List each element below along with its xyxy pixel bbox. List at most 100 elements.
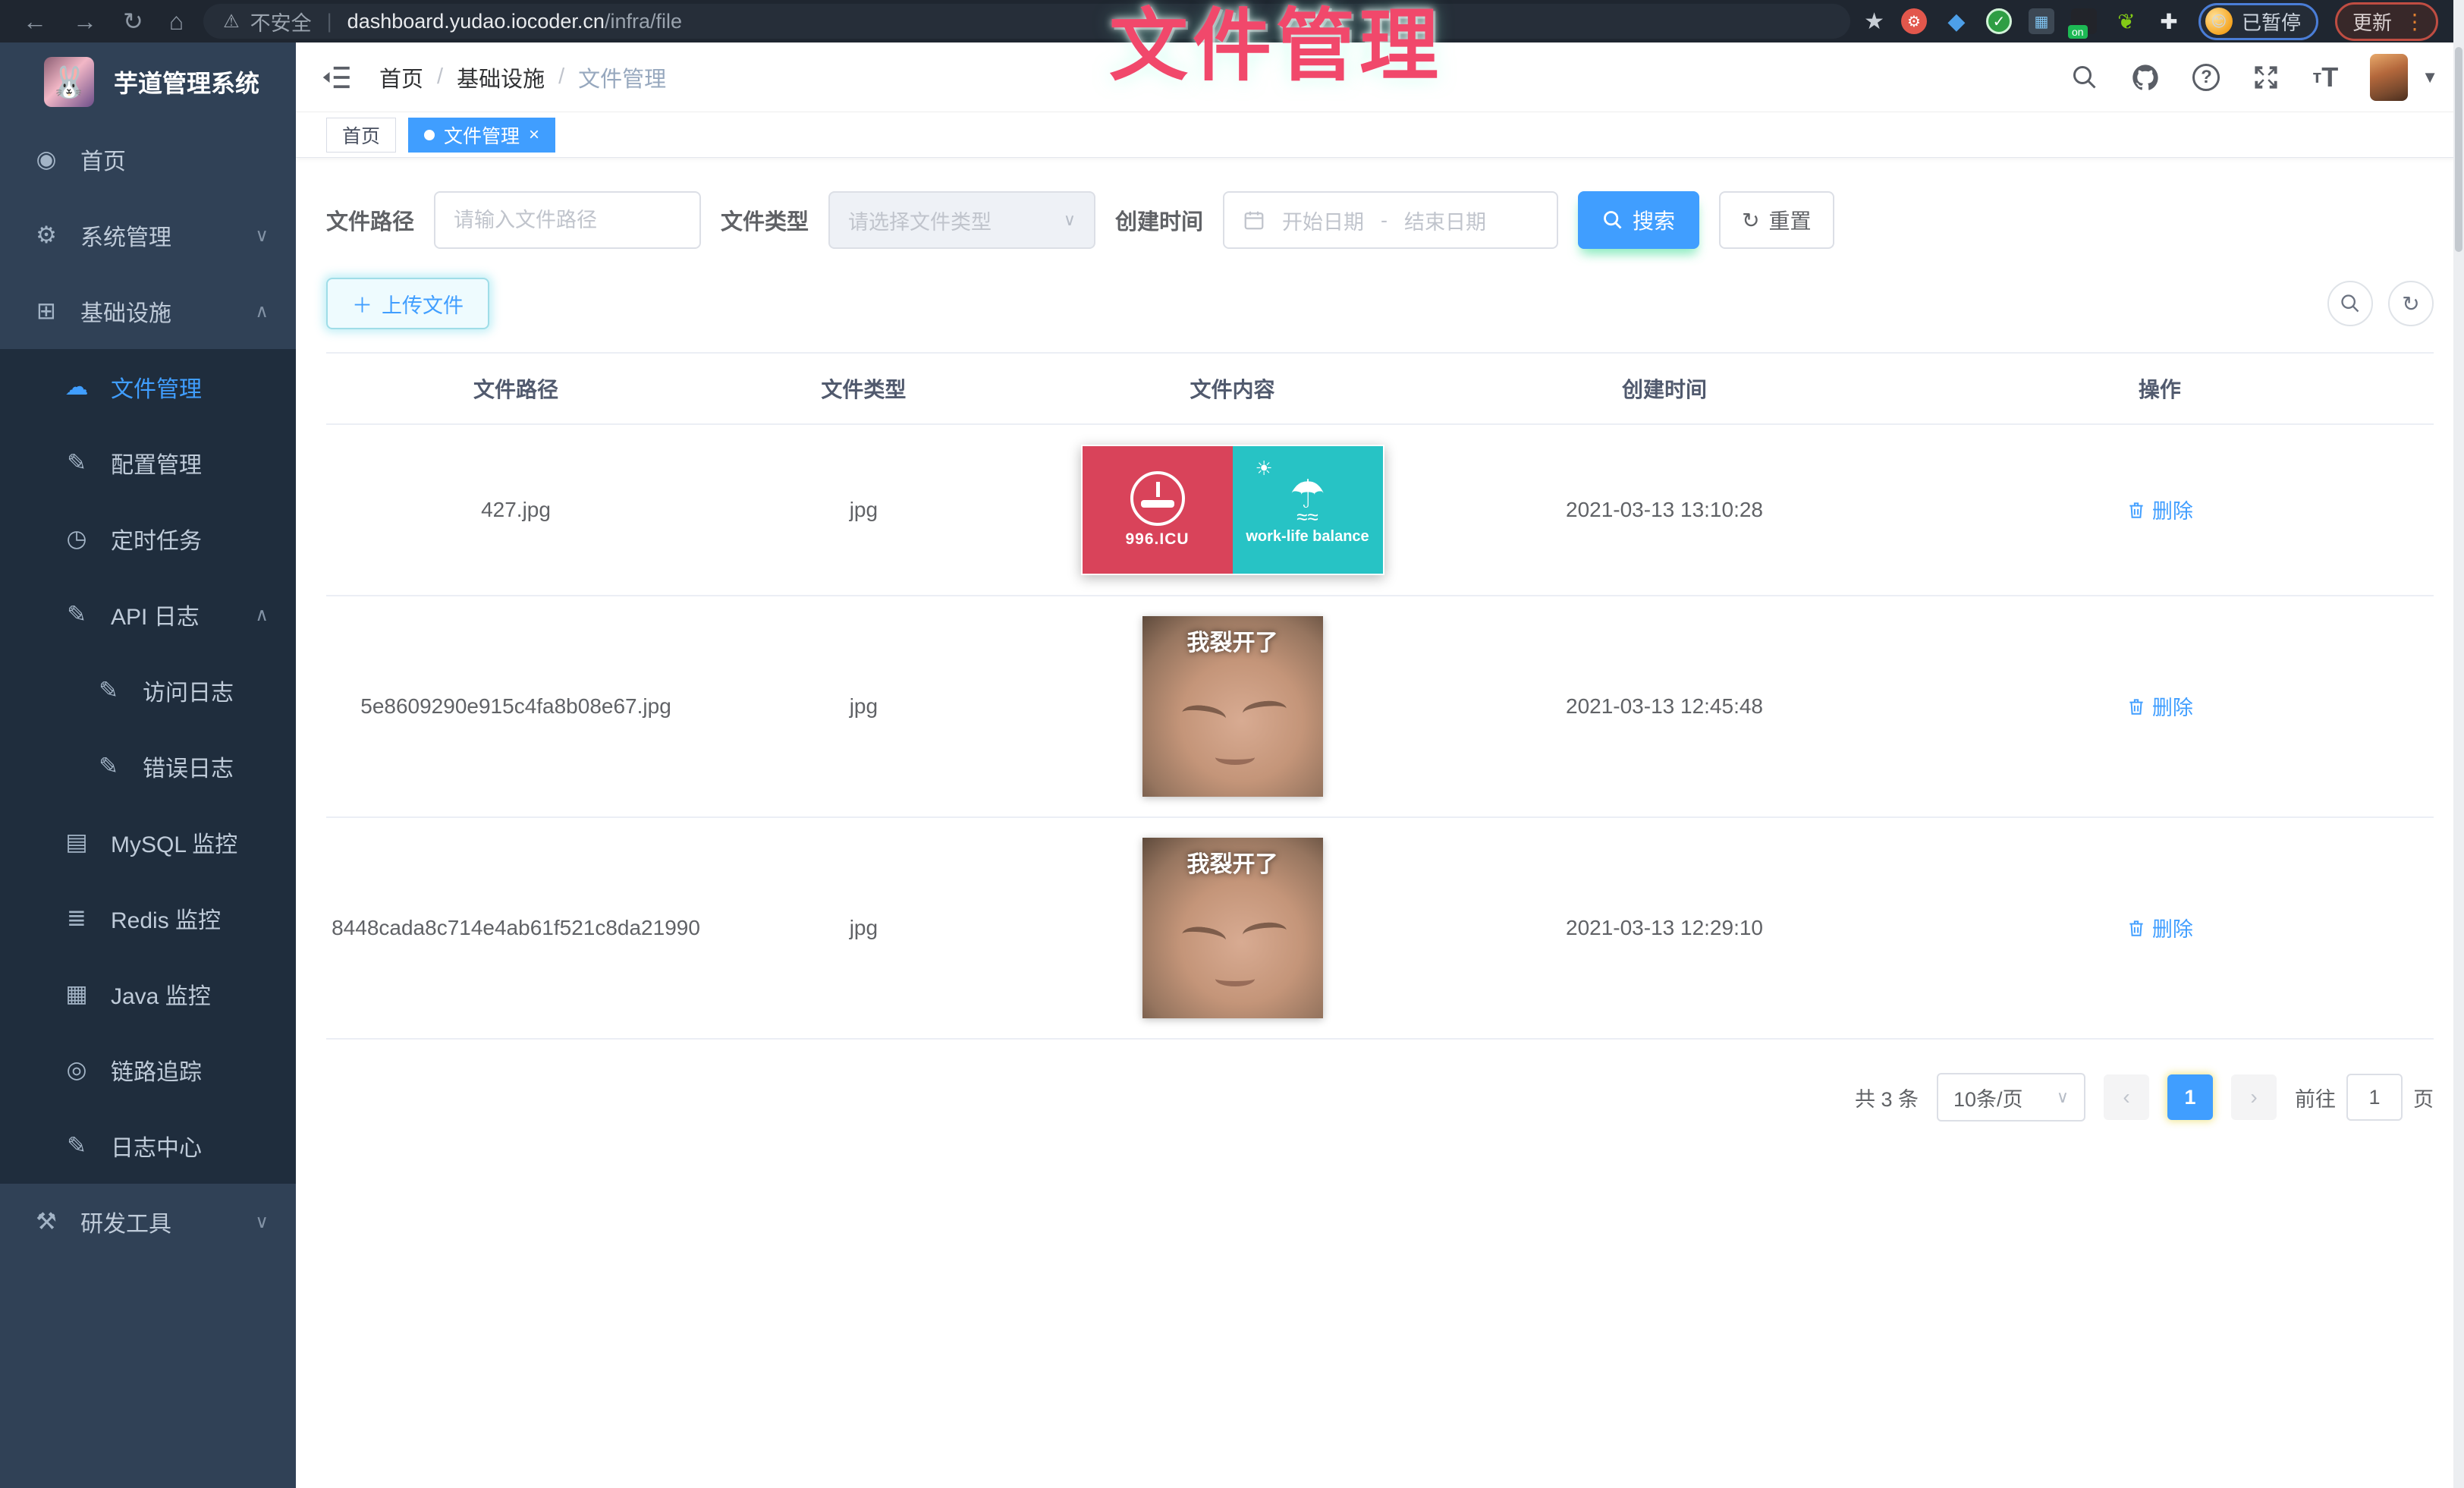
chevron-icon: ∧ [255, 300, 269, 322]
beach-umbrella-icon: ☀☂≈≈ [1290, 475, 1325, 527]
user-menu-caret-icon[interactable]: ▼ [2422, 68, 2438, 87]
infrastructure-icon: ⊞ [30, 297, 62, 325]
extension-toggle-on-icon[interactable]: on [2071, 8, 2097, 34]
navbar-actions: ? ᴛT ▼ [2071, 54, 2438, 101]
type-label: 文件类型 [721, 204, 809, 236]
sidebar-item-6[interactable]: ✎ API 日志 ∧ [0, 577, 296, 653]
sidebar-item-14[interactable]: ⚒ 研发工具 ∨ [0, 1184, 296, 1260]
page-size-select[interactable]: 10条/页 ∨ [1937, 1073, 2085, 1122]
cell-file-path: 427.jpg [326, 424, 706, 596]
calendar-icon [1243, 209, 1265, 231]
sidebar-item-12[interactable]: ◎ 链路追踪 [0, 1032, 296, 1108]
toggle-search-button[interactable] [2327, 281, 2373, 326]
file-preview-meme-image[interactable]: 我裂开了 [1142, 616, 1323, 797]
scrollbar-thumb[interactable] [2455, 47, 2462, 252]
monitor-icon: ▦ [61, 980, 93, 1008]
cell-file-path: 8448cada8c714e4ab61f521c8da21990 [326, 817, 706, 1039]
plus-icon: ＋ [352, 289, 372, 319]
cell-file-type: jpg [706, 596, 1022, 817]
github-icon[interactable] [2130, 62, 2161, 93]
sidebar-item-7[interactable]: ✎ 访问日志 [0, 653, 296, 728]
cell-file-path: 5e8609290e915c4fa8b08e67.jpg [326, 596, 706, 817]
goto-page-input[interactable] [2346, 1074, 2403, 1121]
sidebar-item-13[interactable]: ✎ 日志中心 [0, 1108, 296, 1184]
home-icon[interactable]: ⌂ [169, 8, 184, 36]
sidebar-item-4[interactable]: ✎ 配置管理 [0, 425, 296, 501]
update-button[interactable]: 更新 [2352, 8, 2392, 36]
profile-paused-badge[interactable]: 😊 已暂停 [2198, 3, 2318, 40]
table-toolbar: ＋ 上传文件 ↻ [326, 278, 2434, 329]
browser-menu-icon[interactable]: ⋮ [2404, 9, 2425, 34]
reload-icon[interactable]: ↻ [123, 7, 143, 36]
address-bar[interactable]: ⚠ 不安全 | dashboard.yudao.iocoder.cn/infra… [203, 4, 1850, 39]
extension-pin-icon[interactable]: ◆ [1944, 8, 1969, 34]
breadcrumb-home[interactable]: 首页 [379, 61, 423, 93]
sidebar-item-3[interactable]: ☁ 文件管理 [0, 349, 296, 425]
trash-icon [2126, 918, 2146, 938]
cloud-upload-icon: ☁ [61, 373, 93, 401]
col-created-time: 创建时间 [1443, 353, 1885, 424]
layers-icon: ≣ [61, 904, 93, 932]
cell-actions: 删除 [1886, 424, 2434, 596]
path-label: 文件路径 [326, 204, 414, 236]
chevron-icon: ∧ [255, 604, 269, 626]
sidebar-menu: ◉ 首页 ⚙ 系统管理 ∨ ⊞ 基础设施 ∧ ☁ 文件管理 ✎ 配置管理 ◷ 定… [0, 121, 296, 1488]
back-icon[interactable]: ← [23, 8, 47, 36]
database-icon: ▤ [61, 829, 93, 856]
search-button[interactable]: 搜索 [1578, 191, 1699, 249]
cell-file-content: 我裂开了 [1022, 817, 1444, 1039]
meme-caption: 我裂开了 [1142, 845, 1323, 879]
tag-home[interactable]: 首页 [326, 118, 396, 153]
browser-chrome: ← → ↻ ⌂ ⚠ 不安全 | dashboard.yudao.iocoder.… [0, 0, 2464, 42]
delete-button[interactable]: 删除 [2126, 691, 2193, 721]
next-page-button[interactable]: › [2231, 1074, 2277, 1120]
sidebar-item-1[interactable]: ⚙ 系统管理 ∨ [0, 197, 296, 273]
hamburger-icon[interactable] [322, 61, 354, 93]
forward-icon[interactable]: → [73, 8, 97, 36]
sidebar-item-0[interactable]: ◉ 首页 [0, 121, 296, 197]
delete-button[interactable]: 删除 [2126, 495, 2193, 524]
delete-button[interactable]: 删除 [2126, 913, 2193, 942]
log-icon: ✎ [61, 601, 93, 628]
sidebar-item-11[interactable]: ▦ Java 监控 [0, 956, 296, 1032]
current-page-button[interactable]: 1 [2167, 1074, 2213, 1120]
date-range-picker[interactable]: 开始日期 - 结束日期 [1223, 191, 1558, 249]
table-header-row: 文件路径 文件类型 文件内容 创建时间 操作 [326, 353, 2434, 424]
sidebar-item-9[interactable]: ▤ MySQL 监控 [0, 804, 296, 880]
breadcrumb-infra[interactable]: 基础设施 [457, 61, 545, 93]
font-size-icon[interactable]: ᴛT [2312, 61, 2338, 93]
browser-actions: ★ ⚙ ◆ ✓ ▦ on ❦ ✚ 😊 已暂停 更新 ⋮ [1864, 2, 2456, 41]
reset-button[interactable]: ↻ 重置 [1719, 191, 1834, 249]
banner-worklife-half: ☀☂≈≈ work-life balance [1233, 446, 1383, 574]
sidebar-item-2[interactable]: ⊞ 基础设施 ∧ [0, 273, 296, 349]
file-preview-meme-image[interactable]: 我裂开了 [1142, 838, 1323, 1018]
upload-file-button[interactable]: ＋ 上传文件 [326, 278, 489, 329]
sidebar-item-10[interactable]: ≣ Redis 监控 [0, 880, 296, 956]
start-date-placeholder: 开始日期 [1282, 206, 1364, 235]
file-path-input[interactable] [454, 209, 681, 232]
extension-chip-icon[interactable]: ▦ [2029, 8, 2054, 34]
extension-leaf-icon[interactable]: ❦ [2114, 8, 2139, 34]
refresh-table-button[interactable]: ↻ [2388, 281, 2434, 326]
prev-page-button[interactable]: ‹ [2104, 1074, 2149, 1120]
log-icon: ✎ [61, 1132, 93, 1159]
window-scrollbar[interactable] [2453, 0, 2464, 1488]
app-logo-row[interactable]: 🐰 芋道管理系统 [0, 42, 296, 121]
help-icon[interactable]: ? [2192, 64, 2220, 91]
user-avatar[interactable] [2370, 54, 2408, 101]
extension-gear-icon[interactable]: ⚙ [1901, 8, 1927, 34]
tag-close-icon[interactable]: × [529, 126, 539, 144]
fullscreen-icon[interactable] [2252, 63, 2280, 92]
sidebar-item-5[interactable]: ◷ 定时任务 [0, 501, 296, 577]
extensions-puzzle-icon[interactable]: ✚ [2156, 8, 2182, 34]
cell-file-type: jpg [706, 817, 1022, 1039]
header-search-icon[interactable] [2071, 64, 2098, 91]
time-label: 创建时间 [1115, 204, 1203, 236]
extension-check-icon[interactable]: ✓ [1986, 8, 2012, 34]
file-preview-996-banner[interactable]: 996.ICU ☀☂≈≈ work-life balance [1081, 445, 1384, 575]
browser-nav: ← → ↻ ⌂ [8, 7, 199, 36]
sidebar-item-8[interactable]: ✎ 错误日志 [0, 728, 296, 804]
bookmark-star-icon[interactable]: ★ [1864, 8, 1884, 35]
tag-file-management[interactable]: 文件管理 × [408, 118, 555, 153]
file-type-select[interactable]: 请选择文件类型 ∨ [828, 191, 1095, 249]
